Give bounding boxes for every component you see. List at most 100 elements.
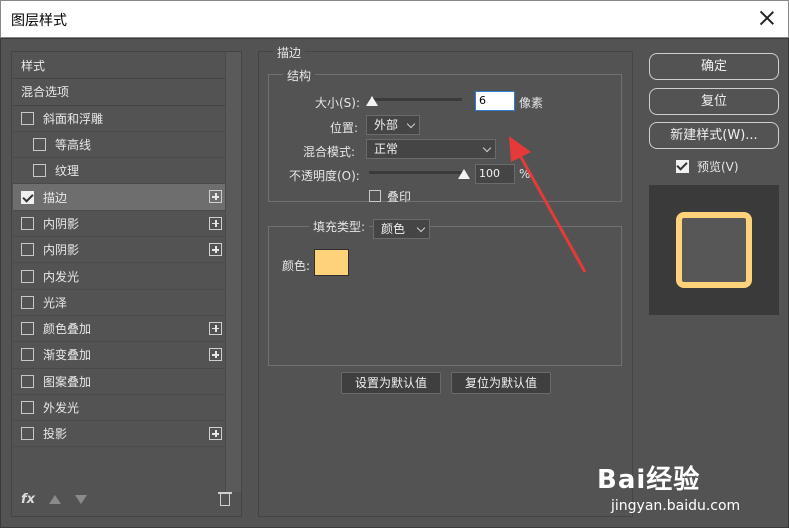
- list-item-label: 颜色叠加: [43, 322, 92, 337]
- list-item-drop-shadow[interactable]: 投影: [13, 421, 225, 448]
- size-slider-thumb[interactable]: [366, 96, 378, 106]
- list-item-outer-glow[interactable]: 外发光: [13, 395, 225, 422]
- add-icon[interactable]: [209, 427, 222, 441]
- list-item-label: 斜面和浮雕: [43, 111, 104, 126]
- size-unit: 像素: [519, 96, 544, 110]
- checkbox[interactable]: [33, 138, 46, 152]
- list-item-blending-options[interactable]: 混合选项: [13, 79, 225, 106]
- list-item-inner-shadow-2[interactable]: 内阴影: [13, 237, 225, 264]
- add-icon[interactable]: [209, 321, 222, 335]
- list-item-inner-glow[interactable]: 内发光: [13, 263, 225, 290]
- style-preview: [649, 185, 779, 315]
- preview-checkbox[interactable]: [676, 160, 689, 173]
- list-item-color-overlay[interactable]: 颜色叠加: [13, 316, 225, 343]
- overprint-checkbox[interactable]: [369, 190, 381, 202]
- add-icon[interactable]: [209, 216, 222, 230]
- stroke-settings-panel: 描边 结构 大小(S): 6 像素 位置: 外部 混合模式: 正常 不透明度(O…: [258, 44, 633, 517]
- watermark-url: jingyan.baidu.com: [611, 498, 741, 514]
- blend-mode-select[interactable]: 正常: [366, 139, 496, 159]
- watermark: Bai经验 jingyan.baidu.com: [597, 459, 740, 514]
- chevron-down-icon: [406, 119, 416, 129]
- blend-mode-value: 正常: [374, 142, 399, 156]
- styles-list-panel: 样式 混合选项 斜面和浮雕 等高线 纹理 描边 内阴影 内阴影 内发光 光泽 颜…: [11, 51, 242, 517]
- blend-mode-label: 混合模式:: [303, 145, 356, 159]
- size-slider[interactable]: [369, 98, 462, 101]
- title-bar: 图层样式: [0, 0, 789, 38]
- checkbox[interactable]: [21, 374, 34, 388]
- list-item-bevel-emboss[interactable]: 斜面和浮雕: [13, 106, 225, 132]
- preview-thumbnail: [676, 212, 752, 288]
- list-item-label: 描边: [43, 190, 68, 205]
- list-item-styles[interactable]: 样式: [13, 53, 225, 80]
- fx-icon[interactable]: fx: [21, 492, 35, 507]
- trash-icon[interactable]: [218, 492, 232, 506]
- list-item-label: 投影: [43, 427, 68, 442]
- close-icon[interactable]: [756, 7, 778, 29]
- preview-label: 预览(V): [697, 160, 739, 174]
- size-label: 大小(S):: [315, 96, 361, 110]
- layer-style-dialog: 样式 混合选项 斜面和浮雕 等高线 纹理 描边 内阴影 内阴影 内发光 光泽 颜…: [0, 38, 789, 528]
- list-item-pattern-overlay[interactable]: 图案叠加: [13, 369, 225, 395]
- checkbox[interactable]: [21, 322, 34, 336]
- list-item-stroke[interactable]: 描边: [13, 184, 225, 211]
- list-item-inner-shadow[interactable]: 内阴影: [13, 211, 225, 238]
- list-item-contour[interactable]: 等高线: [13, 132, 225, 159]
- section-title: 描边: [273, 44, 306, 61]
- list-item-label: 内阴影: [43, 216, 80, 231]
- list-scrollbar[interactable]: [225, 52, 241, 492]
- list-item-label: 混合选项: [21, 85, 70, 100]
- checkbox[interactable]: [21, 111, 34, 125]
- list-item-texture[interactable]: 纹理: [13, 158, 225, 185]
- reset-default-button[interactable]: 复位为默认值: [451, 372, 551, 394]
- list-item-label: 内发光: [43, 269, 80, 284]
- color-swatch[interactable]: [314, 249, 349, 276]
- watermark-logo: Bai经验: [597, 465, 701, 495]
- position-value: 外部: [374, 118, 399, 132]
- list-item-label: 纹理: [55, 164, 80, 179]
- list-item-label: 内阴影: [43, 243, 80, 258]
- window-title: 图层样式: [11, 13, 67, 29]
- list-footer: fx: [12, 488, 241, 516]
- list-item-label: 光泽: [43, 295, 68, 310]
- checkbox[interactable]: [21, 348, 34, 362]
- checkbox[interactable]: [21, 190, 34, 204]
- reset-button[interactable]: 复位: [649, 88, 779, 115]
- add-icon[interactable]: [209, 243, 222, 257]
- overprint-label: 叠印: [387, 190, 412, 204]
- chevron-down-icon: [482, 143, 492, 153]
- chevron-down-icon: [416, 223, 426, 233]
- ok-button[interactable]: 确定: [649, 53, 779, 80]
- color-label: 颜色:: [282, 259, 311, 273]
- checkbox[interactable]: [33, 164, 46, 178]
- list-item-label: 外发光: [43, 401, 80, 415]
- list-item-label: 样式: [21, 59, 46, 74]
- position-label: 位置:: [330, 121, 359, 135]
- move-down-icon[interactable]: [75, 495, 87, 504]
- structure-title: 结构: [283, 67, 316, 84]
- checkbox[interactable]: [21, 216, 34, 230]
- position-select[interactable]: 外部: [366, 115, 420, 135]
- set-default-button[interactable]: 设置为默认值: [341, 372, 441, 394]
- styles-list: 样式 混合选项 斜面和浮雕 等高线 纹理 描边 内阴影 内阴影 内发光 光泽 颜…: [13, 53, 225, 448]
- opacity-slider[interactable]: [369, 171, 462, 174]
- opacity-slider-thumb[interactable]: [458, 169, 470, 179]
- checkbox[interactable]: [21, 427, 34, 441]
- opacity-label: 不透明度(O):: [289, 169, 360, 183]
- new-style-button[interactable]: 新建样式(W)...: [649, 122, 779, 149]
- fill-type-value: 颜色: [381, 222, 406, 236]
- list-item-label: 等高线: [55, 138, 92, 153]
- add-icon[interactable]: [209, 190, 222, 204]
- list-item-gradient-overlay[interactable]: 渐变叠加: [13, 342, 225, 369]
- size-input[interactable]: 6: [475, 91, 515, 111]
- checkbox[interactable]: [21, 295, 34, 309]
- checkbox[interactable]: [21, 269, 34, 283]
- checkbox[interactable]: [21, 243, 34, 257]
- checkbox[interactable]: [21, 401, 34, 414]
- move-up-icon[interactable]: [49, 495, 61, 504]
- list-item-satin[interactable]: 光泽: [13, 290, 225, 316]
- add-icon[interactable]: [209, 348, 222, 362]
- fill-type-select[interactable]: 颜色: [373, 219, 430, 239]
- list-item-label: 图案叠加: [43, 374, 92, 389]
- list-item-label: 渐变叠加: [43, 348, 92, 363]
- preview-toggle[interactable]: 预览(V): [676, 158, 739, 175]
